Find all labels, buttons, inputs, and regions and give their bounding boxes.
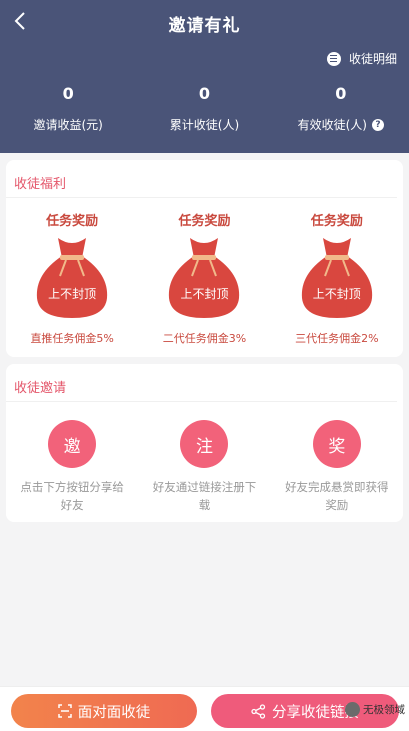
step-circle: 注 <box>180 420 229 468</box>
scan-icon <box>58 704 72 718</box>
reward-note: 三代任务佣金2% <box>295 332 379 345</box>
stat-total-disciples: 0 累计收徒(人) <box>136 84 272 133</box>
benefits-card: 收徒福利 任务奖励 上不封顶 直推任务佣金5% 任务奖励 上不封顶 二代任务佣金… <box>6 160 403 357</box>
watermark-text: 无极领域 <box>363 704 405 716</box>
stats-row: 0 邀请收益(元) 0 累计收徒(人) 0 有效收徒(人)? <box>0 84 409 133</box>
stat-label: 累计收徒(人) <box>169 118 240 132</box>
detail-link[interactable]: 收徒明细 <box>326 50 397 67</box>
footer-bar: 面对面收徒 分享收徒链接 无极领域 <box>0 686 409 731</box>
reward-note: 直推任务佣金5% <box>30 332 114 345</box>
stat-value: 0 <box>198 84 211 103</box>
bag-text: 上不封顶 <box>180 287 229 301</box>
header: 邀请有礼 收徒明细 0 邀请收益(元) 0 累计收徒(人) 0 有效收徒(人)? <box>0 0 409 153</box>
step-text: 好友完成悬赏即获得奖励 <box>285 480 389 512</box>
bag-text: 上不封顶 <box>48 287 97 301</box>
invite-step: 奖 好友完成悬赏即获得奖励 <box>271 420 403 514</box>
money-bag-icon: 上不封顶 <box>30 234 114 320</box>
money-bag-icon: 上不封顶 <box>162 234 246 320</box>
money-bag-icon: 上不封顶 <box>295 234 379 320</box>
stat-value: 0 <box>335 84 347 103</box>
stat-invite-income: 0 邀请收益(元) <box>0 84 136 133</box>
stat-valid-disciples: 0 有效收徒(人)? <box>273 84 409 133</box>
bag-text: 上不封顶 <box>312 287 361 301</box>
step-circle: 邀 <box>48 420 97 468</box>
reward-item: 任务奖励 上不封顶 直推任务佣金5% <box>6 210 138 346</box>
step-text: 好友通过链接注册下载 <box>152 480 257 512</box>
step-circle: 奖 <box>312 420 361 468</box>
step-text: 点击下方按钮分享给好友 <box>20 480 124 512</box>
stat-label: 有效收徒(人) <box>297 118 367 132</box>
list-icon <box>326 51 341 66</box>
invite-step: 邀 点击下方按钮分享给好友 <box>6 420 138 514</box>
invite-step: 注 好友通过链接注册下载 <box>138 420 270 514</box>
page-title: 邀请有礼 <box>168 16 241 36</box>
watermark: 无极领域 <box>345 702 405 717</box>
stat-label: 邀请收益(元) <box>33 118 103 132</box>
reward-title: 任务奖励 <box>178 214 231 229</box>
invite-title: 收徒邀请 <box>6 364 397 402</box>
wechat-icon <box>345 702 360 717</box>
reward-item: 任务奖励 上不封顶 二代任务佣金3% <box>138 210 270 346</box>
detail-label: 收徒明细 <box>348 52 397 66</box>
invite-card: 收徒邀请 邀 点击下方按钮分享给好友 注 好友通过链接注册下载 奖 好友完成悬赏… <box>6 364 403 522</box>
stat-value: 0 <box>62 84 74 103</box>
face-to-face-label: 面对面收徒 <box>77 704 151 721</box>
face-to-face-button[interactable]: 面对面收徒 <box>11 694 197 728</box>
reward-note: 二代任务佣金3% <box>162 332 247 345</box>
help-icon[interactable]: ? <box>372 118 384 131</box>
share-icon <box>251 703 266 719</box>
benefits-title: 收徒福利 <box>6 160 397 198</box>
reward-title: 任务奖励 <box>310 214 363 229</box>
reward-item: 任务奖励 上不封顶 三代任务佣金2% <box>271 210 403 346</box>
reward-title: 任务奖励 <box>46 214 99 229</box>
